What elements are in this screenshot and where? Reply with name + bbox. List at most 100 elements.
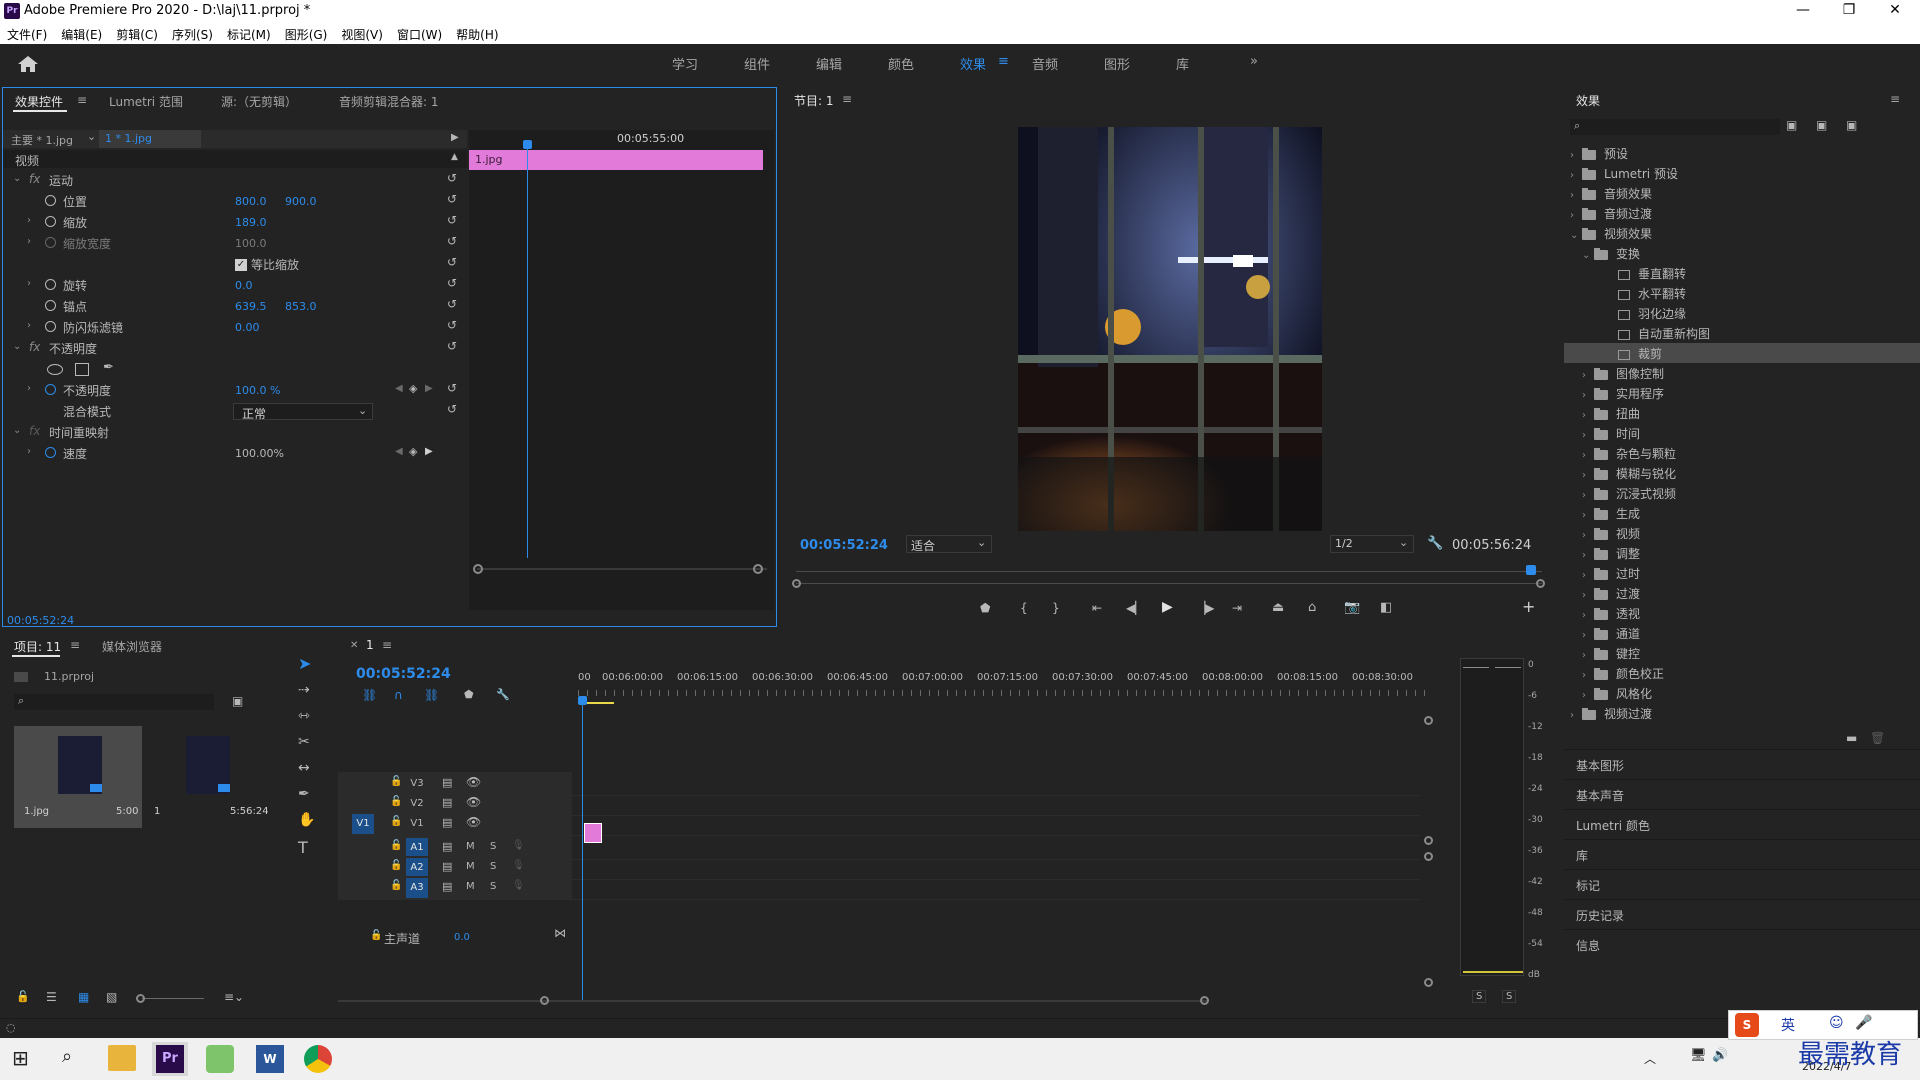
razor-tool-icon[interactable]: ✂ [298, 734, 310, 750]
minimize-button[interactable]: — [1780, 0, 1826, 22]
effects-tree-item[interactable]: › 生成 [1564, 503, 1920, 523]
effects-tree-item[interactable]: › 键控 [1564, 643, 1920, 663]
effects-tree-item[interactable]: › 实用程序 [1564, 383, 1920, 403]
workspace-libraries[interactable]: 库 [1176, 54, 1189, 73]
effects-tree-item[interactable]: 水平翻转 [1564, 283, 1920, 303]
timeline-settings-icon[interactable]: 🔧 [496, 688, 510, 701]
home-icon[interactable] [16, 54, 40, 74]
rectangle-mask-icon[interactable] [75, 363, 89, 376]
effects-tree-item[interactable]: › 过时 [1564, 563, 1920, 583]
premiere-taskbar-button[interactable]: Pr [152, 1042, 188, 1076]
program-zoom-right-handle[interactable] [1536, 579, 1545, 588]
sync-lock-icon[interactable]: ▤ [442, 880, 452, 893]
effects-tree-item[interactable]: › 杂色与颗粒 [1564, 443, 1920, 463]
menu-help[interactable]: 帮助(H) [449, 22, 505, 43]
pen-mask-icon[interactable]: ✒ [103, 360, 114, 375]
speed-value[interactable]: 100.00% [235, 447, 284, 460]
chevron-down-icon[interactable]: ⌄ [13, 341, 21, 352]
chevron-down-icon[interactable]: ⌄ [13, 425, 21, 436]
close-tab-icon[interactable]: ✕ [350, 640, 358, 651]
lock-icon[interactable]: 🔓 [16, 990, 30, 1003]
volume-icon[interactable]: 🔊 [1712, 1048, 1728, 1063]
emoji-icon[interactable]: ☺ [1829, 1015, 1844, 1031]
project-search-input[interactable]: ⌕ [14, 694, 214, 710]
workspace-graphics[interactable]: 图形 [1104, 54, 1130, 73]
chevron-right-icon[interactable]: › [1570, 210, 1582, 221]
accelerated-effects-icon[interactable]: ▣ [1786, 118, 1797, 132]
workspace-learn[interactable]: 学习 [672, 54, 698, 73]
effect-controls-timecode[interactable]: 00:05:52:24 [7, 614, 74, 627]
more-workspaces-icon[interactable]: » [1250, 54, 1258, 69]
anti-flicker-value[interactable]: 0.00 [235, 321, 260, 334]
effects-menu-icon[interactable]: ≡ [1890, 92, 1900, 106]
hand-tool-icon[interactable]: ✋ [298, 812, 315, 828]
workspace-effects[interactable]: 效果 [960, 54, 986, 73]
list-view-icon[interactable]: ☰ [46, 990, 57, 1004]
word-taskbar-icon[interactable]: W [256, 1045, 284, 1073]
collapsed-panel-tab[interactable]: Lumetri 颜色 [1564, 809, 1920, 837]
tab-audio-clip-mixer[interactable]: 音频剪辑混合器: 1 [339, 93, 439, 110]
effects-tree-item[interactable]: 自动重新构图 [1564, 323, 1920, 343]
timeline-menu-icon[interactable]: ≡ [382, 638, 392, 652]
uniform-scale-checkbox[interactable]: ✓ [235, 259, 247, 271]
sync-lock-icon[interactable]: ▤ [442, 776, 452, 789]
collapsed-panel-tab[interactable]: 库 [1564, 839, 1920, 867]
master-track-value[interactable]: 0.0 [454, 932, 470, 943]
mark-in-icon[interactable]: { [1020, 601, 1028, 615]
effects-tree-item[interactable]: 羽化边缘 [1564, 303, 1920, 323]
workspace-audio[interactable]: 音频 [1032, 54, 1058, 73]
mute-button[interactable]: M [466, 881, 475, 892]
add-marker-icon[interactable]: ⬟ [980, 601, 990, 615]
add-keyframe-icon[interactable]: ◈ [409, 382, 417, 395]
track-target-label[interactable]: A3 [406, 878, 428, 898]
menu-edit[interactable]: 编辑(E) [54, 22, 109, 43]
chevron-right-icon[interactable]: › [1570, 190, 1582, 201]
chevron-down-icon[interactable]: ⌄ [13, 173, 21, 184]
chevron-right-icon[interactable]: › [1582, 370, 1594, 381]
menu-window[interactable]: 窗口(W) [390, 22, 449, 43]
zoom-handle-left[interactable] [473, 564, 483, 574]
effects-panel-title[interactable]: 效果 [1576, 92, 1600, 109]
add-marker-icon[interactable]: ⬟ [464, 688, 474, 701]
effect-timeline-playhead-handle[interactable] [523, 140, 532, 149]
chevron-right-icon[interactable]: › [27, 278, 31, 289]
timeline-tab[interactable]: 1 [366, 638, 374, 652]
track-lock-icon[interactable]: 🔓 [390, 816, 402, 827]
track-header[interactable]: 🔓 A3 ▤ M S 🎙 [338, 876, 572, 900]
reset-icon[interactable]: ↺ [447, 297, 457, 311]
workspace-assembly[interactable]: 组件 [744, 54, 770, 73]
effects-tree-item[interactable]: › 调整 [1564, 543, 1920, 563]
anchor-y-value[interactable]: 853.0 [285, 300, 317, 313]
effects-tree-item[interactable]: › 扭曲 [1564, 403, 1920, 423]
anchor-x-value[interactable]: 639.5 [235, 300, 267, 313]
track-visibility-icon[interactable]: 👁 [466, 795, 481, 809]
tab-menu-icon[interactable]: ≡ [77, 93, 87, 107]
chevron-right-icon[interactable]: › [27, 236, 31, 247]
export-frame-icon[interactable]: 📷 [1344, 600, 1360, 615]
ellipse-mask-icon[interactable] [47, 364, 63, 375]
chevron-right-icon[interactable]: › [1582, 390, 1594, 401]
h-scroll-left-handle[interactable] [540, 996, 549, 1005]
chevron-right-icon[interactable]: › [1582, 510, 1594, 521]
stopwatch-icon[interactable] [45, 216, 56, 227]
collapsed-panel-tab[interactable]: 标记 [1564, 869, 1920, 897]
h-scroll-right-handle[interactable] [1200, 996, 1209, 1005]
voiceover-record-icon[interactable]: 🎙 [512, 840, 525, 851]
chevron-right-icon[interactable]: › [1582, 650, 1594, 661]
close-button[interactable]: ✕ [1872, 0, 1918, 22]
sync-lock-icon[interactable]: ▤ [442, 860, 452, 873]
reset-icon[interactable]: ↺ [447, 213, 457, 227]
reset-icon[interactable]: ↺ [447, 234, 457, 248]
freeform-view-icon[interactable]: ▧ [106, 990, 117, 1004]
track-lock-icon[interactable]: 🔓 [390, 840, 402, 851]
stopwatch-icon[interactable] [45, 321, 56, 332]
next-keyframe-icon[interactable]: ▶ [425, 383, 433, 394]
sequence-clip-label[interactable]: 1 * 1.jpg [99, 130, 201, 148]
new-bin-icon[interactable]: ▬ [1846, 731, 1857, 745]
program-zoom-left-handle[interactable] [792, 579, 801, 588]
workspace-menu-icon[interactable]: ≡ [998, 54, 1009, 69]
chevron-right-icon[interactable]: › [1582, 630, 1594, 641]
mute-button[interactable]: M [466, 861, 475, 872]
play-only-icon[interactable]: ▶ [451, 132, 459, 143]
file-explorer-icon[interactable] [108, 1045, 136, 1071]
